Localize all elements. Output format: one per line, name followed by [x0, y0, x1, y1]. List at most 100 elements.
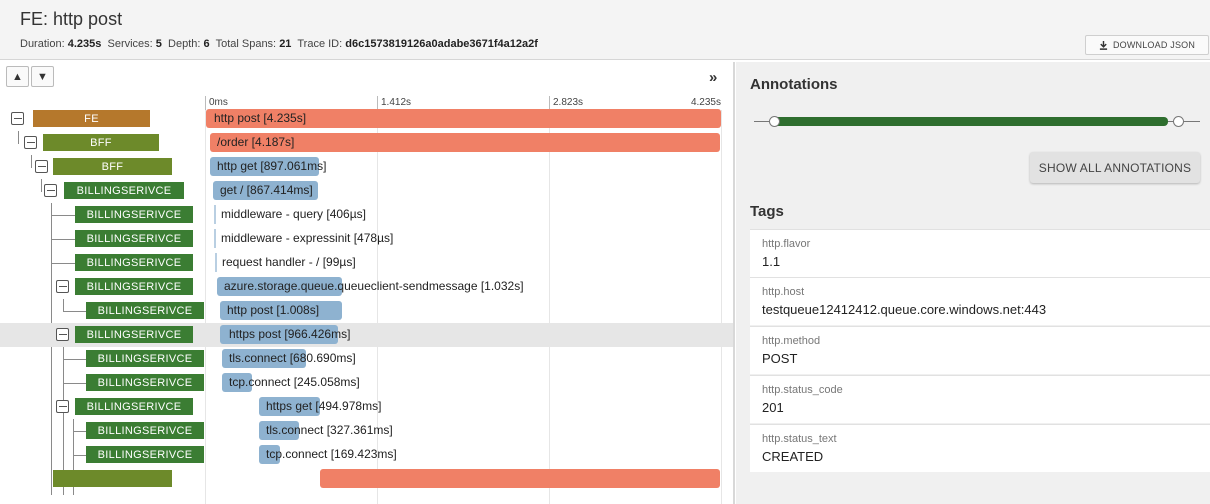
panel-divider[interactable] [733, 62, 735, 504]
services-value: 5 [155, 38, 162, 50]
span-row[interactable]: BILLINGSERIVCE http post [1.008s] [0, 299, 733, 323]
span-row[interactable]: BILLINGSERIVCE azure.storage.queue.queue… [0, 275, 733, 299]
collapse-up-button[interactable]: ▲ [6, 66, 29, 87]
service-tag: BFF [53, 158, 172, 175]
span-row-selected[interactable]: BILLINGSERIVCE https post [966.426ms] [0, 323, 733, 347]
minus-square-icon[interactable] [35, 160, 48, 173]
depth-value: 6 [203, 38, 210, 50]
span-bar[interactable] [320, 469, 720, 488]
depth-label: Depth: [168, 38, 201, 50]
trace-id-value: d6c1573819126a0adabe3671f4a12a2f [345, 38, 538, 50]
minus-square-icon[interactable] [11, 112, 24, 125]
span-bar[interactable] [214, 205, 216, 224]
tree-connector [63, 383, 86, 384]
download-json-label: DOWNLOAD JSON [1112, 40, 1196, 50]
minus-square-icon[interactable] [56, 328, 69, 341]
service-tag: BILLINGSERIVCE [86, 422, 204, 439]
service-tag: BILLINGSERIVCE [75, 326, 193, 343]
span-label: tcp.connect [169.423ms] [266, 447, 397, 461]
span-row[interactable]: BILLINGSERIVCE https get [494.978ms] [0, 395, 733, 419]
tag-row: http.flavor 1.1 [750, 229, 1210, 277]
chevron-down-icon: ▼ [37, 70, 48, 83]
span-label: http post [4.235s] [214, 111, 307, 125]
service-tag: FE [33, 110, 150, 127]
tree-connector [73, 455, 86, 456]
tree-connector [63, 359, 86, 360]
slider-handle-start[interactable] [769, 116, 780, 127]
span-row[interactable]: BILLINGSERIVCE tcp.connect [245.058ms] [0, 371, 733, 395]
service-tag: BILLINGSERIVCE [75, 278, 193, 295]
span-row[interactable]: BILLINGSERIVCE tls.connect [680.690ms] [0, 347, 733, 371]
span-label: http get [897.061ms] [217, 159, 327, 173]
span-label: tls.connect [327.361ms] [266, 423, 393, 437]
tag-key: http.status_text [762, 433, 837, 445]
service-tag: BILLINGSERIVCE [86, 446, 204, 463]
span-row-partial[interactable] [0, 467, 733, 491]
services-label: Services: [107, 38, 153, 50]
collapse-controls: ▲ ▼ [6, 66, 54, 87]
tag-value: 1.1 [762, 254, 781, 269]
timeline-panel: ▲ ▼ » 0ms 1.412s 2.823s 4.235s FE http p… [0, 62, 733, 504]
trace-title: FE: http post [20, 9, 122, 30]
spans-value: 21 [279, 38, 292, 50]
trace-root-operation: : http post [43, 9, 123, 29]
span-row[interactable]: BILLINGSERIVCE get / [867.414ms] [0, 179, 733, 203]
span-label: middleware - query [406µs] [221, 207, 366, 221]
span-label: http post [1.008s] [227, 303, 320, 317]
download-icon [1099, 40, 1108, 50]
span-row[interactable]: BILLINGSERIVCE middleware - expressinit … [0, 227, 733, 251]
span-row[interactable]: BFF http get [897.061ms] [0, 155, 733, 179]
tree-connector [51, 239, 75, 240]
tags-title: Tags [750, 203, 784, 220]
minus-square-icon[interactable] [24, 136, 37, 149]
tag-key: http.method [762, 335, 821, 347]
annotations-range-slider[interactable] [754, 114, 1200, 130]
tree-connector [73, 431, 86, 432]
chevron-up-icon: ▲ [12, 70, 23, 83]
trace-id-label: Trace ID: [297, 38, 343, 50]
trace-header: FE: http post Duration: 4.235s Services:… [0, 0, 1210, 60]
duration-label: Duration: [20, 38, 65, 50]
span-bar[interactable] [214, 229, 216, 248]
span-label: tls.connect [680.690ms] [229, 351, 356, 365]
service-tag: BFF [43, 134, 159, 151]
tag-row: http.method POST [750, 326, 1210, 374]
tag-key: http.status_code [762, 384, 843, 396]
service-tag [53, 470, 172, 487]
service-tag: BILLINGSERIVCE [75, 230, 193, 247]
span-row[interactable]: BILLINGSERIVCE tcp.connect [169.423ms] [0, 443, 733, 467]
slider-range-fill [772, 117, 1168, 126]
service-tag: BILLINGSERIVCE [75, 206, 193, 223]
span-row[interactable]: BILLINGSERIVCE request handler - / [99µs… [0, 251, 733, 275]
slider-handle-end[interactable] [1173, 116, 1184, 127]
span-detail-panel: Annotations SHOW ALL ANNOTATIONS Tags ht… [736, 62, 1210, 504]
span-label: https post [966.426ms] [229, 327, 351, 341]
duration-value: 4.235s [67, 38, 102, 50]
minus-square-icon[interactable] [56, 400, 69, 413]
span-bar[interactable] [215, 253, 217, 272]
minus-square-icon[interactable] [56, 280, 69, 293]
tag-value: CREATED [762, 449, 824, 464]
download-json-button[interactable]: DOWNLOAD JSON [1085, 35, 1209, 55]
span-row[interactable]: BILLINGSERIVCE tls.connect [327.361ms] [0, 419, 733, 443]
span-row[interactable]: FE http post [4.235s] [0, 107, 733, 131]
trace-meta: Duration: 4.235s Services: 5 Depth: 6 To… [20, 38, 538, 50]
double-chevron-right-icon[interactable]: » [709, 69, 717, 86]
show-all-annotations-button[interactable]: SHOW ALL ANNOTATIONS [1030, 152, 1200, 183]
span-label: request handler - / [99µs] [222, 255, 356, 269]
span-label: tcp.connect [245.058ms] [229, 375, 360, 389]
span-row[interactable]: BFF /order [4.187s] [0, 131, 733, 155]
span-row[interactable]: BILLINGSERIVCE middleware - query [406µs… [0, 203, 733, 227]
minus-square-icon[interactable] [44, 184, 57, 197]
tag-key: http.flavor [762, 238, 811, 250]
trace-root-service: FE [20, 9, 44, 29]
tree-connector [51, 263, 75, 264]
span-label: middleware - expressinit [478µs] [221, 231, 394, 245]
tag-row: http.status_code 201 [750, 375, 1210, 423]
collapse-down-button[interactable]: ▼ [31, 66, 54, 87]
service-tag: BILLINGSERIVCE [75, 254, 193, 271]
tree-connector [63, 311, 86, 312]
spans-label: Total Spans: [215, 38, 277, 50]
tag-row: http.status_text CREATED [750, 424, 1210, 472]
span-label: get / [867.414ms] [220, 183, 313, 197]
